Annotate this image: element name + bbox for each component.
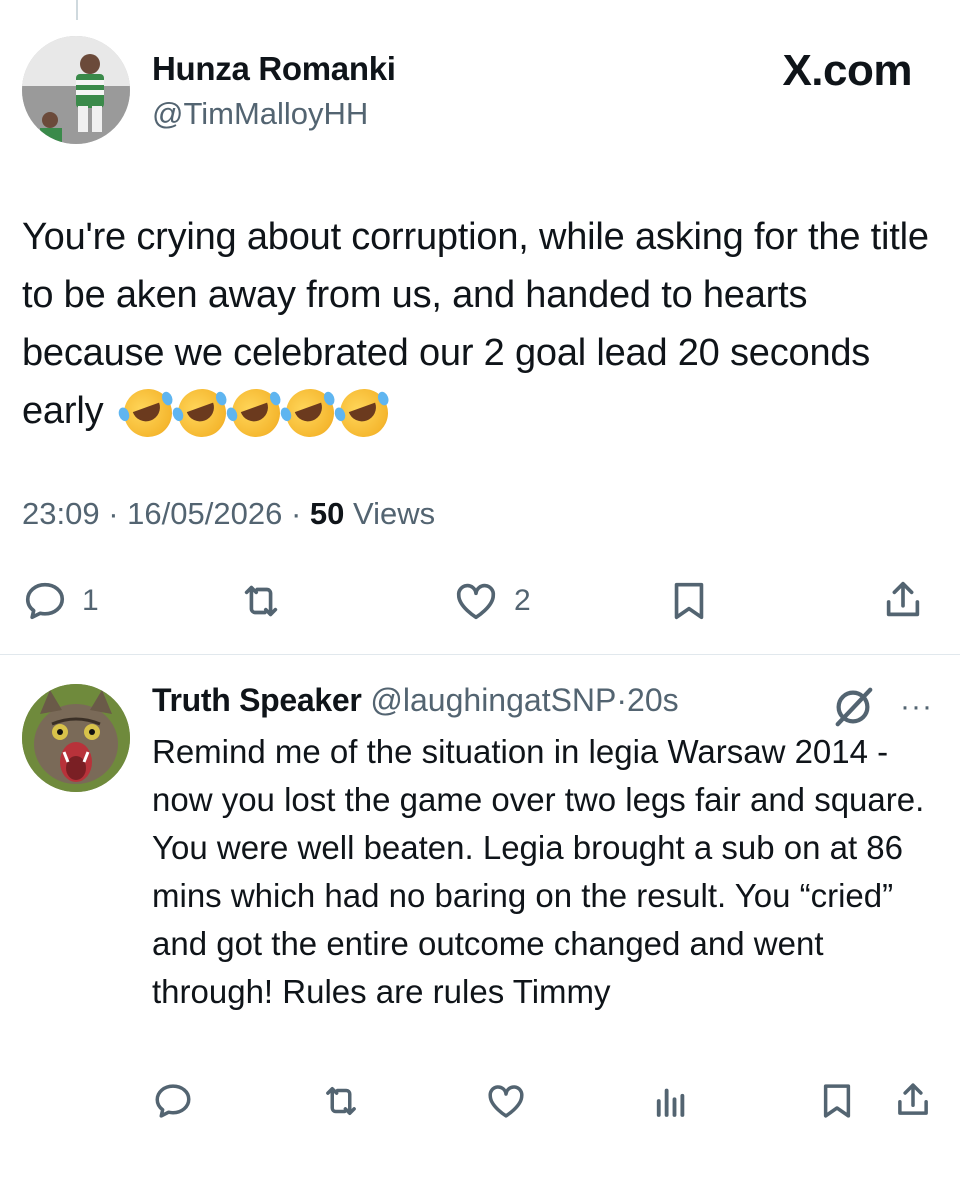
more-icon[interactable]: ··· [900, 690, 933, 724]
reply-author-handle[interactable]: @laughingatSNP [370, 682, 616, 718]
tweet-meta: 23:09 · 16/05/2026 · 50 Views [22, 496, 435, 532]
reply-header-icons: ··· [830, 684, 933, 730]
reply-share-button[interactable] [892, 1078, 934, 1122]
views-count: 50 [309, 496, 345, 531]
rofl-emoji-icon [278, 382, 341, 444]
reply-icon [155, 1084, 191, 1118]
tweet-date[interactable]: 16/05/2026 [127, 496, 282, 531]
reply-author-avatar[interactable] [22, 684, 130, 792]
reply-header: Truth Speaker @laughingatSNP·20s [152, 682, 679, 719]
bookmark-icon [823, 1084, 851, 1118]
rofl-emoji-icon [170, 382, 233, 444]
author-avatar[interactable] [22, 36, 130, 144]
bookmark-icon [674, 582, 704, 620]
share-icon [898, 1083, 928, 1115]
retweet-icon [244, 585, 278, 617]
reply-bookmark-button[interactable] [816, 1080, 858, 1122]
reply-views-button[interactable] [650, 1080, 692, 1122]
divider [0, 654, 960, 655]
meta-separator: · [108, 496, 119, 531]
rofl-emoji-icon [224, 382, 287, 444]
meta-separator: · [290, 496, 302, 531]
brand-watermark: X.com [782, 46, 912, 95]
views-label: Views [353, 496, 436, 531]
reply-reply-button[interactable] [152, 1080, 194, 1122]
author-name[interactable]: Hunza Romanki [152, 50, 396, 88]
share-button[interactable] [880, 576, 926, 624]
reply-time[interactable]: 20s [627, 682, 679, 718]
heart-icon [456, 583, 496, 620]
views-icon [656, 1088, 685, 1117]
grok-icon[interactable] [830, 684, 876, 730]
meta-separator: · [616, 682, 628, 718]
tweet-time[interactable]: 23:09 [22, 496, 100, 531]
reply-actions [0, 1076, 960, 1126]
like-count: 2 [514, 584, 531, 617]
author-handle[interactable]: @TimMalloyHH [152, 96, 368, 132]
share-icon [886, 581, 920, 617]
tweet-text: You're crying about corruption, while as… [22, 208, 942, 444]
reply-retweet-button[interactable] [318, 1080, 364, 1122]
like-button[interactable]: 2 [452, 578, 531, 624]
reply-count: 1 [82, 584, 99, 617]
heart-icon [488, 1085, 524, 1118]
reply-button[interactable]: 1 [22, 578, 99, 624]
reply-author-name[interactable]: Truth Speaker [152, 682, 362, 718]
reply-text: Remind me of the situation in legia Wars… [152, 733, 925, 1010]
bookmark-button[interactable] [666, 578, 712, 624]
reply-icon [25, 582, 65, 620]
rofl-emoji-icon [332, 382, 395, 444]
rofl-emoji-icon [116, 382, 179, 444]
retweet-button[interactable] [236, 578, 286, 624]
retweet-icon [326, 1087, 356, 1115]
thread-line [76, 0, 78, 20]
tweet-actions: 1 2 [0, 572, 960, 632]
reply-like-button[interactable] [484, 1080, 528, 1122]
emoji-row [116, 382, 395, 444]
